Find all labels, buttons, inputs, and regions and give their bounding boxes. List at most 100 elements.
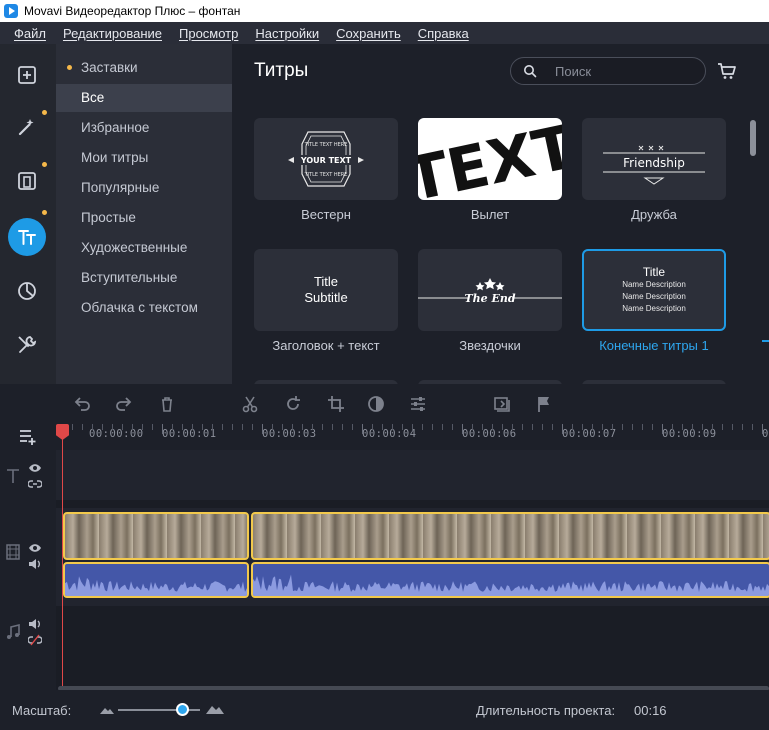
eye-icon[interactable] — [28, 462, 42, 474]
edit-toolbar — [0, 384, 769, 424]
menu-help[interactable]: Справка — [418, 26, 469, 41]
category-simple[interactable]: Простые — [56, 204, 232, 232]
export-clip-button[interactable] — [492, 394, 512, 414]
ruler-tick — [492, 424, 493, 430]
category-panel: Заставки Все Избранное Мои титры Популяр… — [56, 44, 232, 384]
titles-content: Титры TITLE TEXT HERE YOUR TEXT TITLE TE… — [232, 44, 769, 384]
magic-wand-icon — [18, 119, 34, 136]
menu-settings[interactable]: Настройки — [255, 26, 319, 41]
cut-button[interactable] — [240, 394, 260, 414]
title-tile-title-text[interactable]: Title Subtitle — [254, 249, 398, 331]
color-adjust-button[interactable] — [366, 394, 386, 414]
export-icon — [494, 397, 510, 412]
timestamp: 00:00:03 — [262, 428, 317, 440]
ruler-tick — [392, 424, 393, 430]
tools-icon — [18, 336, 37, 353]
ruler-tick — [472, 424, 473, 430]
category-artistic[interactable]: Художественные — [56, 234, 232, 262]
new-indicator-dot — [42, 110, 47, 115]
undo-button[interactable] — [72, 394, 92, 414]
menu-bar: Файл Редактирование Просмотр Настройки С… — [0, 22, 769, 44]
tile-label-flyout: Вылет — [470, 207, 510, 222]
new-indicator-dot — [42, 162, 47, 167]
clip-properties-button[interactable] — [408, 394, 428, 414]
filters-button[interactable] — [8, 162, 46, 200]
video-clip-1[interactable] — [63, 512, 249, 560]
category-popular[interactable]: Популярные — [56, 174, 232, 202]
zoom-in-icon[interactable] — [206, 704, 224, 714]
stars-main: The End — [464, 292, 515, 305]
title-tile-end-credits[interactable]: Title Name Description Name Description … — [582, 249, 726, 331]
tile-label-title-text: Заголовок + текст — [272, 338, 380, 353]
title-bar: Movavi Видеоредактор Плюс – фонтан — [0, 0, 769, 22]
transitions-icon — [18, 282, 36, 300]
video-track-icon — [6, 544, 20, 560]
zoom-out-icon[interactable] — [100, 706, 114, 714]
category-favorites[interactable]: Избранное — [56, 114, 232, 142]
eye-icon[interactable] — [28, 542, 42, 554]
category-all[interactable]: Все — [56, 84, 232, 112]
ruler-tick — [132, 424, 133, 430]
rotate-button[interactable] — [283, 394, 303, 414]
timestamp: 00:00:09 — [662, 428, 717, 440]
menu-save[interactable]: Сохранить — [336, 26, 401, 41]
audio-waveform — [253, 574, 769, 596]
zoom-slider-thumb[interactable] — [175, 703, 189, 716]
more-tools-button[interactable] — [8, 326, 46, 364]
redo-button[interactable] — [114, 394, 134, 414]
category-speech-bubbles[interactable]: Облачка с текстом — [56, 294, 232, 322]
title-tile-flyout[interactable]: TEXT — [418, 118, 562, 200]
undo-icon — [74, 397, 90, 411]
flag-icon — [538, 397, 549, 412]
trash-icon — [162, 397, 172, 412]
category-my-titles[interactable]: Мои титры — [56, 144, 232, 172]
filters-icon — [18, 172, 36, 190]
menu-file[interactable]: Файл — [14, 26, 46, 41]
menu-view[interactable]: Просмотр — [179, 26, 238, 41]
magic-button[interactable] — [8, 108, 46, 146]
ruler-tick — [692, 424, 693, 430]
title-text-line2: Subtitle — [304, 290, 348, 305]
status-bar: Масштаб: Длительность проекта: 00:16 — [0, 690, 769, 730]
unlink-icon[interactable] — [28, 634, 42, 646]
category-intros[interactable]: Заставки — [56, 54, 232, 82]
text-track[interactable] — [56, 450, 769, 500]
title-tile-stars[interactable]: The End — [418, 249, 562, 331]
video-clip-2[interactable] — [251, 512, 769, 560]
audio-clip-2[interactable] — [251, 562, 769, 598]
audio-waveform — [65, 576, 247, 596]
store-cart-icon[interactable] — [716, 60, 738, 82]
credits-desc-3: Name Description — [622, 304, 686, 313]
crop-button[interactable] — [326, 394, 346, 414]
ruler-tick — [252, 424, 253, 430]
ruler-tick — [582, 424, 583, 430]
ruler-tick — [102, 424, 103, 430]
timeline-ruler[interactable]: 00:00:00 00:00:01 00:00:03 00:00:04 00:0… — [56, 424, 769, 450]
title-tile-western[interactable]: TITLE TEXT HERE YOUR TEXT TITLE TEXT HER… — [254, 118, 398, 200]
ruler-tick — [422, 424, 423, 430]
titles-button[interactable] — [8, 218, 46, 256]
ruler-tick — [352, 424, 353, 430]
credits-title: Title — [642, 265, 666, 279]
speaker-icon[interactable] — [28, 618, 42, 630]
delete-button[interactable] — [157, 394, 177, 414]
add-track-icon[interactable] — [18, 426, 38, 446]
ruler-tick — [522, 424, 523, 430]
music-track[interactable] — [56, 606, 769, 686]
title-tile-friendship[interactable]: Friendship — [582, 118, 726, 200]
menu-edit[interactable]: Редактирование — [63, 26, 162, 41]
stars-title-art: The End — [418, 278, 562, 305]
speaker-icon[interactable] — [28, 558, 42, 570]
audio-clip-1[interactable] — [63, 562, 249, 598]
import-button[interactable] — [8, 56, 46, 94]
search-input[interactable] — [555, 62, 695, 80]
category-opening[interactable]: Вступительные — [56, 264, 232, 292]
link-icon[interactable] — [28, 478, 42, 490]
timestamp: 00:00:00 — [89, 428, 144, 440]
ruler-tick — [682, 424, 683, 430]
ruler-tick — [652, 424, 653, 430]
marker-button[interactable] — [534, 394, 554, 414]
transitions-button[interactable] — [8, 272, 46, 310]
tiles-scrollbar[interactable] — [750, 120, 756, 156]
ruler-tick — [362, 424, 363, 434]
